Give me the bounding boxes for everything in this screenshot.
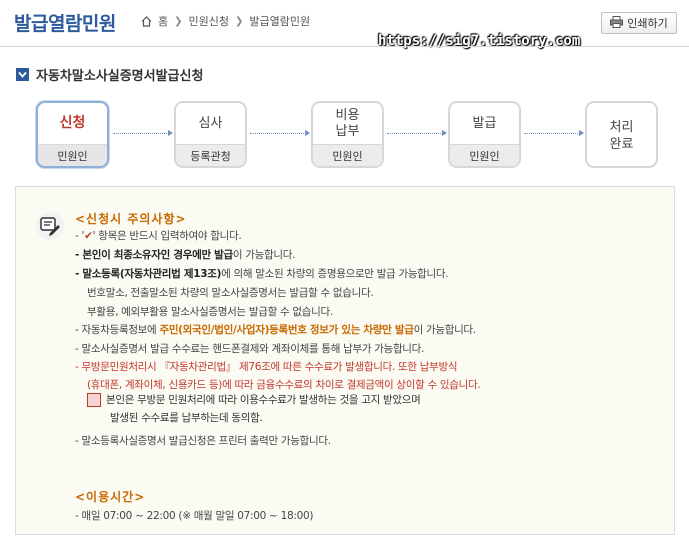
breadcrumb-home[interactable]: 홈: [158, 13, 168, 29]
step-apply: 신청 민원인: [36, 101, 109, 168]
consent-row: 본인은 무방문 민원처리에 따라 이용수수료가 발생하는 것을 고지 받았으며 …: [87, 392, 421, 427]
step-name: 비용 납부: [335, 107, 360, 139]
step-role: 등록관청: [176, 144, 245, 166]
consent-text: 본인은 무방문 민원처리에 따라 이용수수료가 발생하는 것을 고지 받았으며 …: [106, 394, 421, 424]
step-role: 민원인: [38, 144, 107, 166]
step-role: 민원인: [450, 144, 519, 166]
print-label: 인쇄하기: [627, 17, 668, 30]
step-role: 민원인: [313, 144, 382, 166]
step-arrow: [387, 130, 447, 136]
step-arrow: [113, 130, 173, 136]
header-divider: [0, 46, 689, 47]
breadcrumb: 홈 ❯ 민원신청 ❯ 발급열람민원: [141, 13, 310, 29]
notice-line: - 말소사실증명서 발급 수수료는 핸드폰결제와 계좌이체를 통해 납부가 가능…: [75, 343, 425, 355]
notice-line: 부활용, 예외부활용 말소사실증명서는 발급할 수 없습니다.: [87, 306, 333, 318]
breadcrumb-item[interactable]: 민원신청: [189, 13, 229, 29]
memo-icon: [36, 212, 64, 240]
step-arrow: [250, 130, 310, 136]
section-title: 자동차말소사실증명서발급신청: [16, 65, 203, 84]
check-icon: ✔: [84, 230, 93, 242]
chevron-right-icon: ❯: [174, 15, 183, 27]
consent-checkbox[interactable]: [87, 393, 101, 407]
notice-line: - 말소등록사실증명서 발급신청은 프린터 출력만 가능합니다.: [75, 435, 331, 447]
hours-heading: <이용시간>: [75, 490, 146, 504]
notice-heading: <신청시 주의사항>: [75, 212, 187, 226]
notice-line: - 본인이 최종소유자인 경우에만 발급이 가능합니다.: [75, 249, 296, 261]
step-name: 발급: [472, 115, 497, 131]
notice-line-warning: (휴대폰, 계좌이체, 신용카드 등)에 따라 금융수수료의 차이로 결제금액이…: [87, 379, 481, 391]
step-name: 처리 완료: [609, 120, 634, 152]
step-name: 신청: [59, 115, 86, 132]
home-icon[interactable]: [141, 15, 152, 27]
notice-box: <신청시 주의사항> - '✔' 항목은 반드시 입력하여야 합니다. - 본인…: [15, 186, 675, 535]
breadcrumb-current: 발급열람민원: [249, 15, 311, 28]
step-review: 심사 등록관청: [174, 101, 247, 168]
notice-line: - '✔' 항목은 반드시 입력하여야 합니다.: [75, 230, 242, 242]
chevron-right-icon: ❯: [235, 15, 244, 27]
hours-text: - 매일 07:00 ~ 22:00 (※ 매월 말일 07:00 ~ 18:0…: [75, 510, 314, 522]
notice-line: - 자동차등록정보에 주민(외국인/법인/사업자)등록번호 정보가 있는 차량만…: [75, 324, 476, 336]
step-arrow: [524, 130, 584, 136]
section-title-text: 자동차말소사실증명서발급신청: [36, 69, 204, 84]
print-button[interactable]: 인쇄하기: [601, 12, 677, 34]
page-title: 발급열람민원: [14, 13, 116, 35]
checkbox-icon: [16, 68, 29, 81]
step-complete: 처리 완료: [585, 101, 658, 168]
notice-line: - 말소등록(자동차관리법 제13조)에 의해 말소된 차량의 증명용으로만 발…: [75, 268, 449, 280]
notice-line-warning: - 무방문민원처리시 『자동차관리법』 제76조에 따른 수수료가 발생합니다.…: [75, 361, 458, 373]
step-issue: 발급 민원인: [448, 101, 521, 168]
step-name: 심사: [198, 115, 223, 131]
notice-line: 번호말소, 전출말소된 차량의 말소사실증명서는 발급할 수 없습니다.: [87, 287, 374, 299]
printer-icon: [610, 15, 624, 31]
step-payment: 비용 납부 민원인: [311, 101, 384, 168]
